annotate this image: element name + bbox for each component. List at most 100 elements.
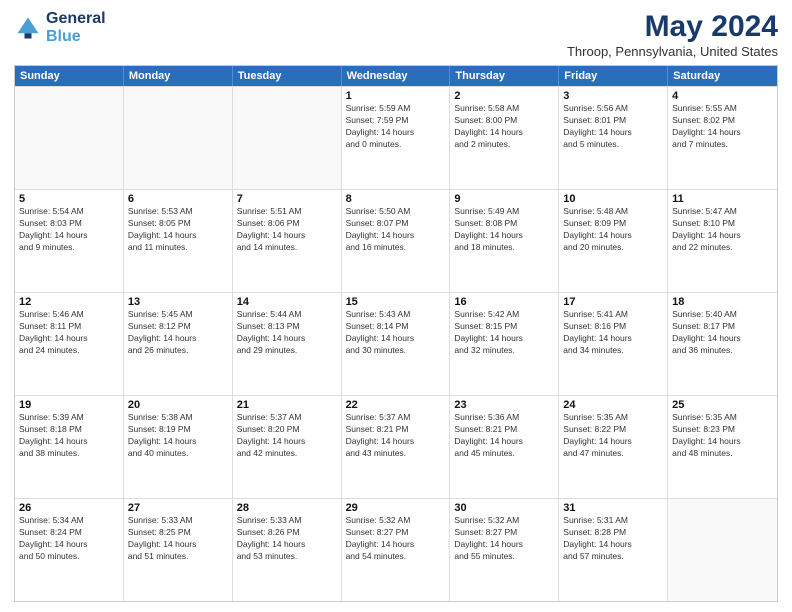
cell-content-line: Daylight: 14 hours bbox=[237, 230, 337, 242]
cell-content-line: Sunset: 8:21 PM bbox=[346, 424, 446, 436]
cell-content-line: Sunset: 8:11 PM bbox=[19, 321, 119, 333]
cell-content-line: Sunset: 8:26 PM bbox=[237, 527, 337, 539]
cell-content-line: Daylight: 14 hours bbox=[346, 230, 446, 242]
calendar: SundayMondayTuesdayWednesdayThursdayFrid… bbox=[14, 65, 778, 602]
cell-content-line: Daylight: 14 hours bbox=[346, 127, 446, 139]
cell-content-line: Sunset: 8:00 PM bbox=[454, 115, 554, 127]
cell-content-line: Sunrise: 5:58 AM bbox=[454, 103, 554, 115]
cell-content-line: and 42 minutes. bbox=[237, 448, 337, 460]
cell-content-line: Sunset: 8:18 PM bbox=[19, 424, 119, 436]
cell-content-line: Sunset: 8:09 PM bbox=[563, 218, 663, 230]
day-number: 9 bbox=[454, 193, 554, 205]
cell-content-line: and 57 minutes. bbox=[563, 551, 663, 563]
calendar-row: 19Sunrise: 5:39 AMSunset: 8:18 PMDayligh… bbox=[15, 395, 777, 498]
day-number: 20 bbox=[128, 399, 228, 411]
calendar-cell bbox=[668, 499, 777, 601]
cell-content-line: Sunset: 8:16 PM bbox=[563, 321, 663, 333]
day-number: 2 bbox=[454, 90, 554, 102]
cell-content-line: Daylight: 14 hours bbox=[454, 333, 554, 345]
day-number: 6 bbox=[128, 193, 228, 205]
day-number: 25 bbox=[672, 399, 773, 411]
cell-content-line: Sunrise: 5:37 AM bbox=[346, 412, 446, 424]
cell-content-line: Sunrise: 5:50 AM bbox=[346, 206, 446, 218]
calendar-row: 5Sunrise: 5:54 AMSunset: 8:03 PMDaylight… bbox=[15, 189, 777, 292]
cell-content-line: Daylight: 14 hours bbox=[19, 333, 119, 345]
day-number: 3 bbox=[563, 90, 663, 102]
cell-content-line: and 2 minutes. bbox=[454, 139, 554, 151]
cell-content-line: Sunset: 8:14 PM bbox=[346, 321, 446, 333]
cell-content-line: Sunset: 8:05 PM bbox=[128, 218, 228, 230]
day-number: 11 bbox=[672, 193, 773, 205]
day-number: 17 bbox=[563, 296, 663, 308]
cell-content-line: Daylight: 14 hours bbox=[19, 436, 119, 448]
cell-content-line: Sunrise: 5:34 AM bbox=[19, 515, 119, 527]
cell-content-line: Sunrise: 5:47 AM bbox=[672, 206, 773, 218]
cell-content-line: Daylight: 14 hours bbox=[454, 230, 554, 242]
cell-content-line: Daylight: 14 hours bbox=[563, 127, 663, 139]
day-number: 24 bbox=[563, 399, 663, 411]
calendar-cell: 21Sunrise: 5:37 AMSunset: 8:20 PMDayligh… bbox=[233, 396, 342, 498]
calendar-cell: 24Sunrise: 5:35 AMSunset: 8:22 PMDayligh… bbox=[559, 396, 668, 498]
day-number: 31 bbox=[563, 502, 663, 514]
cell-content-line: Daylight: 14 hours bbox=[128, 539, 228, 551]
cell-content-line: Daylight: 14 hours bbox=[346, 333, 446, 345]
day-number: 4 bbox=[672, 90, 773, 102]
cell-content-line: and 48 minutes. bbox=[672, 448, 773, 460]
cell-content-line: Sunrise: 5:35 AM bbox=[563, 412, 663, 424]
subtitle: Throop, Pennsylvania, United States bbox=[567, 44, 778, 59]
calendar-cell: 5Sunrise: 5:54 AMSunset: 8:03 PMDaylight… bbox=[15, 190, 124, 292]
day-number: 27 bbox=[128, 502, 228, 514]
cell-content-line: Sunset: 8:07 PM bbox=[346, 218, 446, 230]
cell-content-line: Sunset: 8:25 PM bbox=[128, 527, 228, 539]
cell-content-line: and 55 minutes. bbox=[454, 551, 554, 563]
day-number: 12 bbox=[19, 296, 119, 308]
calendar-cell: 29Sunrise: 5:32 AMSunset: 8:27 PMDayligh… bbox=[342, 499, 451, 601]
cell-content-line: Sunrise: 5:48 AM bbox=[563, 206, 663, 218]
calendar-cell: 31Sunrise: 5:31 AMSunset: 8:28 PMDayligh… bbox=[559, 499, 668, 601]
cell-content-line: and 16 minutes. bbox=[346, 242, 446, 254]
calendar-cell: 15Sunrise: 5:43 AMSunset: 8:14 PMDayligh… bbox=[342, 293, 451, 395]
cell-content-line: Sunset: 8:12 PM bbox=[128, 321, 228, 333]
calendar-header-cell: Tuesday bbox=[233, 66, 342, 86]
cell-content-line: Sunset: 8:22 PM bbox=[563, 424, 663, 436]
calendar-cell: 11Sunrise: 5:47 AMSunset: 8:10 PMDayligh… bbox=[668, 190, 777, 292]
cell-content-line: Sunset: 7:59 PM bbox=[346, 115, 446, 127]
calendar-cell: 30Sunrise: 5:32 AMSunset: 8:27 PMDayligh… bbox=[450, 499, 559, 601]
calendar-row: 12Sunrise: 5:46 AMSunset: 8:11 PMDayligh… bbox=[15, 292, 777, 395]
cell-content-line: Daylight: 14 hours bbox=[454, 436, 554, 448]
day-number: 14 bbox=[237, 296, 337, 308]
cell-content-line: Sunrise: 5:53 AM bbox=[128, 206, 228, 218]
cell-content-line: Sunrise: 5:55 AM bbox=[672, 103, 773, 115]
cell-content-line: and 40 minutes. bbox=[128, 448, 228, 460]
cell-content-line: Sunrise: 5:36 AM bbox=[454, 412, 554, 424]
day-number: 29 bbox=[346, 502, 446, 514]
calendar-cell: 22Sunrise: 5:37 AMSunset: 8:21 PMDayligh… bbox=[342, 396, 451, 498]
cell-content-line: Sunset: 8:10 PM bbox=[672, 218, 773, 230]
cell-content-line: Daylight: 14 hours bbox=[128, 230, 228, 242]
calendar-cell: 28Sunrise: 5:33 AMSunset: 8:26 PMDayligh… bbox=[233, 499, 342, 601]
title-block: May 2024 Throop, Pennsylvania, United St… bbox=[567, 10, 778, 59]
cell-content-line: Sunset: 8:24 PM bbox=[19, 527, 119, 539]
cell-content-line: Sunrise: 5:32 AM bbox=[454, 515, 554, 527]
cell-content-line: Sunrise: 5:42 AM bbox=[454, 309, 554, 321]
day-number: 18 bbox=[672, 296, 773, 308]
calendar-cell: 2Sunrise: 5:58 AMSunset: 8:00 PMDaylight… bbox=[450, 87, 559, 189]
calendar-cell: 12Sunrise: 5:46 AMSunset: 8:11 PMDayligh… bbox=[15, 293, 124, 395]
cell-content-line: Sunrise: 5:59 AM bbox=[346, 103, 446, 115]
cell-content-line: Sunset: 8:15 PM bbox=[454, 321, 554, 333]
day-number: 16 bbox=[454, 296, 554, 308]
cell-content-line: Sunset: 8:02 PM bbox=[672, 115, 773, 127]
header: General Blue May 2024 Throop, Pennsylvan… bbox=[14, 10, 778, 59]
cell-content-line: Sunrise: 5:33 AM bbox=[128, 515, 228, 527]
cell-content-line: and 43 minutes. bbox=[346, 448, 446, 460]
cell-content-line: Daylight: 14 hours bbox=[563, 539, 663, 551]
cell-content-line: Daylight: 14 hours bbox=[346, 539, 446, 551]
logo-text: General Blue bbox=[46, 10, 106, 45]
cell-content-line: Sunrise: 5:51 AM bbox=[237, 206, 337, 218]
cell-content-line: and 20 minutes. bbox=[563, 242, 663, 254]
calendar-cell: 3Sunrise: 5:56 AMSunset: 8:01 PMDaylight… bbox=[559, 87, 668, 189]
calendar-row: 1Sunrise: 5:59 AMSunset: 7:59 PMDaylight… bbox=[15, 86, 777, 189]
cell-content-line: Daylight: 14 hours bbox=[346, 436, 446, 448]
cell-content-line: Daylight: 14 hours bbox=[237, 436, 337, 448]
cell-content-line: Sunrise: 5:43 AM bbox=[346, 309, 446, 321]
